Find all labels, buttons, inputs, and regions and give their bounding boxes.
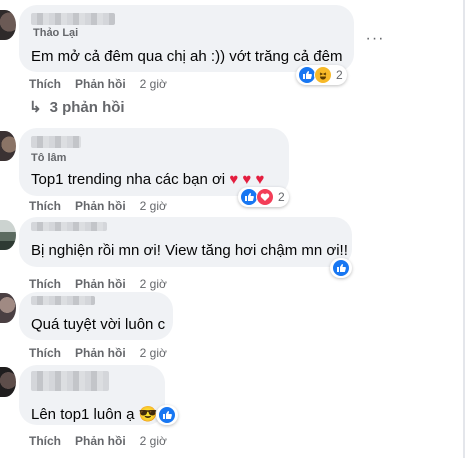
love-icon [256,188,274,206]
comment-actions: Thích Phản hồi 2 giờ [29,199,181,213]
comment-actions: Thích Phản hồi 2 giờ [29,434,181,448]
author-name: Tô lâm [31,152,67,164]
haha-icon [314,66,332,84]
comment-text: Em mở cả đêm qua chị ah :)) vớt trăng cả… [31,48,343,65]
avatar[interactable] [0,10,16,40]
comment-text: Lên top1 luôn ạ 😎 [31,406,158,423]
author-name: Thảo Lại [33,27,79,39]
reaction-summary[interactable] [156,405,178,425]
reaction-summary[interactable] [330,258,352,278]
sunglasses-emoji: 😎 [138,406,158,423]
author-name-redacted[interactable] [31,371,109,391]
like-button[interactable]: Thích [29,277,61,291]
comment-bubble: Quá tuyệt vời luôn c [19,292,173,340]
more-options-icon[interactable]: ··· [363,27,387,51]
reply-button[interactable]: Phản hồi [75,77,126,91]
reaction-summary[interactable]: 2 [296,65,347,85]
reaction-count: 2 [336,68,343,82]
comment-text: Quá tuyệt vời luôn c [31,316,166,333]
reaction-count: 2 [278,190,285,204]
comment-actions: Thích Phản hồi 2 giờ [29,346,181,360]
comment-bubble: Tô lâm Top1 trending nha các bạn ơi ♥ ♥ … [19,128,289,196]
comment-bubble: Bị nghiện rồi mn ơi! View tăng hơi chậm … [19,217,352,267]
like-button[interactable]: Thích [29,346,61,360]
author-name-redacted[interactable] [31,222,107,231]
avatar[interactable] [0,293,16,323]
reply-button[interactable]: Phản hồi [75,346,126,360]
like-icon [332,259,350,277]
timestamp[interactable]: 2 giờ [140,277,167,291]
view-replies-link[interactable]: ↳ 3 phản hồi [29,98,125,116]
like-button[interactable]: Thích [29,199,61,213]
comment-bubble: Lên top1 luôn ạ 😎 [19,365,165,425]
comment-text: Bị nghiện rồi mn ơi! View tăng hơi chậm … [31,242,348,259]
reaction-summary[interactable]: 2 [238,187,289,207]
timestamp[interactable]: 2 giờ [140,199,167,213]
avatar[interactable] [0,367,16,397]
comment-actions: Thích Phản hồi 2 giờ [29,277,181,291]
author-name-redacted[interactable] [31,296,95,305]
like-icon [158,406,176,424]
comment-text: Top1 trending nha các bạn ơi ♥ ♥ ♥ [31,171,265,188]
timestamp[interactable]: 2 giờ [140,434,167,448]
timestamp[interactable]: 2 giờ [140,77,167,91]
avatar[interactable] [0,131,16,161]
avatar[interactable] [0,220,16,250]
like-button[interactable]: Thích [29,77,61,91]
reply-button[interactable]: Phản hồi [75,434,126,448]
reply-arrow-icon: ↳ [29,99,42,116]
reply-button[interactable]: Phản hồi [75,199,126,213]
author-name-redacted[interactable] [31,13,115,25]
timestamp[interactable]: 2 giờ [140,346,167,360]
comment-actions: Thích Phản hồi 2 giờ [29,77,181,91]
author-name-redacted[interactable] [31,136,81,148]
reply-button[interactable]: Phản hồi [75,277,126,291]
comment-bubble: Thảo Lại Em mở cả đêm qua chị ah :)) vớt… [19,5,354,72]
like-button[interactable]: Thích [29,434,61,448]
heart-emoji: ♥ ♥ ♥ [229,171,265,188]
